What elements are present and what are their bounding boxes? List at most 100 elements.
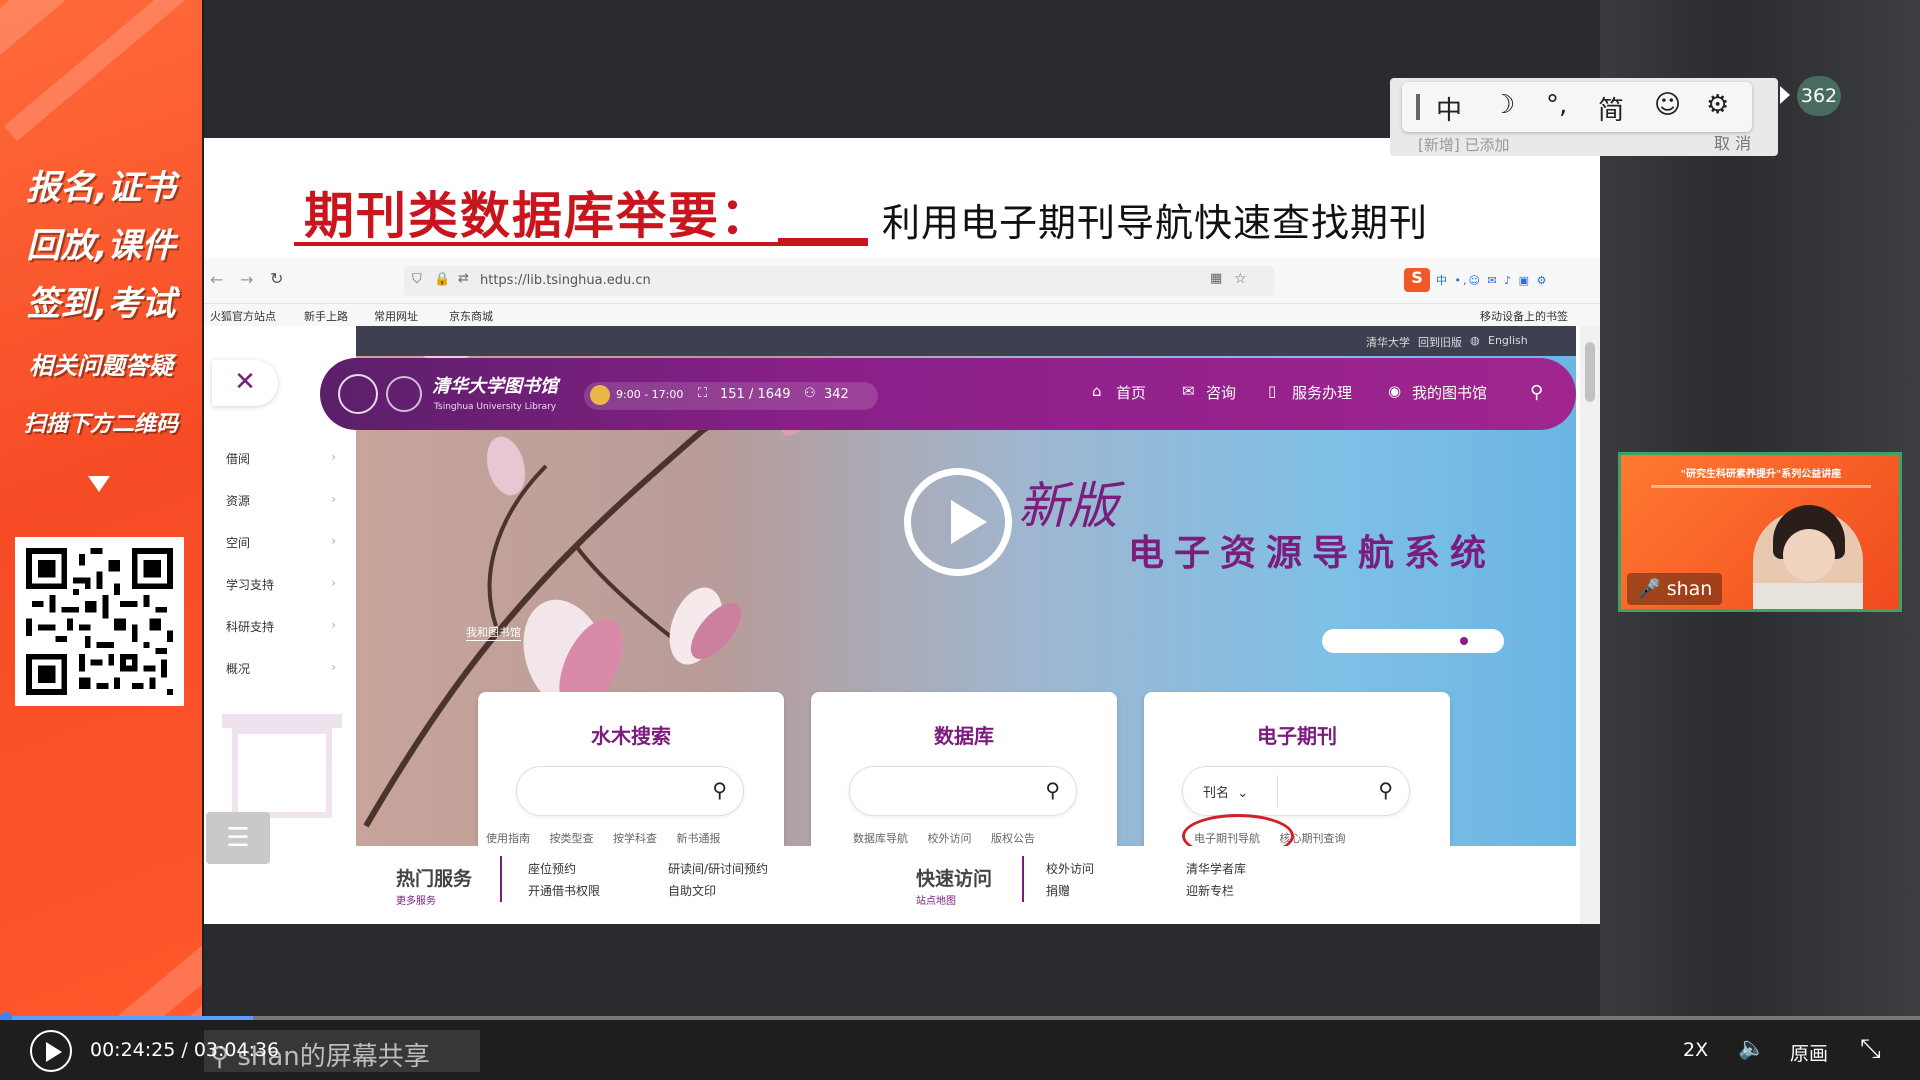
chinese-mode-toggle[interactable]: 中: [1436, 90, 1462, 127]
playback-time: 00:24:25 / 03:04:36: [90, 1039, 280, 1061]
player-controls: ⚲ shan的屏幕共享 00:24:25 / 03:04:36 2X 🔈 原画 …: [0, 1020, 1920, 1080]
permissions-icon: ⇄: [458, 271, 469, 286]
card-link[interactable]: 新书通报: [677, 832, 721, 845]
service-link[interactable]: 研读间/研讨间预约: [668, 860, 768, 877]
carousel-indicator[interactable]: [1322, 629, 1504, 653]
scrollbar[interactable]: [1580, 326, 1600, 924]
simplified-toggle[interactable]: 简: [1598, 90, 1624, 127]
database-search-input[interactable]: ⚲: [849, 766, 1077, 816]
sidebar-item[interactable]: 借阅 ›: [226, 450, 336, 467]
card-title: 电子期刊: [1257, 724, 1337, 748]
home-icon: ⌂: [1092, 382, 1102, 400]
card-link[interactable]: 版权公告: [991, 832, 1035, 845]
search-icon[interactable]: ⚲: [1045, 778, 1060, 802]
service-link[interactable]: 自助文印: [668, 882, 716, 899]
emoji-icon[interactable]: ☺: [1654, 90, 1681, 120]
back-icon[interactable]: ←: [210, 270, 223, 289]
promo-line-2: 回放,课件: [26, 226, 176, 266]
service-link[interactable]: 开通借书权限: [528, 882, 600, 899]
field-select[interactable]: 刊名 ⌄: [1203, 782, 1248, 801]
promo-line-4: 相关问题答疑: [29, 352, 173, 380]
highlight-circle: [1182, 814, 1294, 846]
exit-fullscreen-icon[interactable]: ⤡: [1860, 1034, 1881, 1065]
expand-arrow-icon[interactable]: [1780, 86, 1790, 104]
card-link[interactable]: 数据库导航: [853, 832, 908, 845]
sidebar-item[interactable]: 空间 ›: [226, 534, 336, 551]
hero-new-label: 新版: [1018, 477, 1118, 535]
search-icon[interactable]: ⚲: [1530, 382, 1543, 403]
video-play-button[interactable]: [904, 468, 1012, 576]
shield-icon: ⛉: [412, 272, 422, 287]
quick-link[interactable]: 捐赠: [1046, 882, 1070, 899]
book-icon: ▯: [1268, 382, 1277, 400]
bookmark-item[interactable]: 常用网址: [374, 308, 418, 324]
search-icon[interactable]: ⚲: [712, 778, 727, 802]
card-links: 使用指南 按类型查 按学科查 新书通报: [486, 830, 776, 846]
site-map-link[interactable]: 站点地图: [916, 892, 956, 907]
nav-home[interactable]: 首页: [1116, 382, 1146, 403]
extension-icons[interactable]: 中 •,☺ ✉ ♪ ▣ ⚙: [1436, 272, 1548, 288]
speed-button[interactable]: 2X: [1683, 1039, 1708, 1061]
punctuation-icon[interactable]: °,: [1546, 90, 1567, 120]
speaker-video[interactable]: "研究生科研素养提升"系列公益讲座 🎤 shan: [1618, 452, 1902, 612]
service-link[interactable]: 座位预约: [528, 860, 576, 877]
ejournal-search-input[interactable]: 刊名 ⌄ ⚲: [1182, 766, 1410, 816]
bookmark-item[interactable]: 新手上路: [304, 308, 348, 324]
bookmark-star-icon[interactable]: ☆: [1234, 271, 1247, 287]
quick-link[interactable]: 迎新专栏: [1186, 882, 1234, 899]
clock-icon: [590, 385, 610, 405]
bookmark-item[interactable]: 京东商城: [449, 308, 493, 324]
card-link[interactable]: 校外访问: [928, 832, 972, 845]
bookmark-item[interactable]: 火狐官方站点: [210, 308, 276, 324]
people-icon: ⚇: [804, 386, 816, 401]
visitor-count: 342: [824, 387, 849, 402]
sidebar-item[interactable]: 学习支持 ›: [226, 576, 336, 593]
nav-services[interactable]: 服务办理: [1292, 382, 1352, 403]
sogou-icon[interactable]: S: [1404, 268, 1430, 292]
university-seal-icon: [338, 374, 378, 414]
cancel-button[interactable]: 取 消: [1714, 130, 1751, 154]
reload-icon[interactable]: ↻: [270, 269, 283, 288]
divider: [500, 856, 502, 902]
quick-link[interactable]: 清华学者库: [1186, 860, 1246, 877]
menu-icon[interactable]: ☰: [206, 812, 270, 864]
card-title: 水木搜索: [591, 724, 671, 748]
library-name-en: Tsinghua University Library: [434, 402, 557, 412]
volume-icon[interactable]: 🔈: [1738, 1036, 1765, 1061]
moon-icon[interactable]: ☽: [1492, 90, 1515, 120]
down-arrow-icon: [88, 476, 110, 492]
quick-link[interactable]: 校外访问: [1046, 860, 1094, 877]
qr-icon[interactable]: ▦: [1210, 271, 1222, 286]
play-button[interactable]: [30, 1030, 72, 1072]
promo-banner: 报名,证书 回放,课件 签到,考试 相关问题答疑 扫描下方二维码: [0, 0, 202, 1080]
sidebar-item[interactable]: 概况 ›: [226, 660, 336, 677]
site-navbar: 清华大学图书馆 Tsinghua University Library 9:00…: [320, 358, 1576, 430]
more-services-link[interactable]: 更多服务: [396, 892, 436, 907]
gear-icon[interactable]: ⚙: [1706, 90, 1729, 120]
forward-icon[interactable]: →: [240, 270, 253, 289]
top-link[interactable]: 回到旧版: [1418, 334, 1462, 350]
search-input[interactable]: ⚲: [516, 766, 744, 816]
nav-consult[interactable]: 咨询: [1206, 382, 1236, 403]
library-website: ✕ 借阅 › 资源 › 空间 › 学习支持 › 科研支持 › 概况 › ☰ 新版…: [204, 326, 1600, 924]
quality-button[interactable]: 原画: [1790, 1039, 1828, 1066]
promo-line-3: 签到,考试: [26, 284, 176, 324]
browser-toolbar: ← → ↻ ⛉ 🔒 ⇄ https://lib.tsinghua.edu.cn …: [204, 258, 1600, 304]
sidebar-item[interactable]: 科研支持 ›: [226, 618, 336, 635]
top-link[interactable]: 清华大学: [1366, 334, 1410, 350]
promo-line-5: 扫描下方二维码: [23, 412, 178, 437]
mobile-bookmarks[interactable]: 移动设备上的书签: [1480, 308, 1568, 324]
sidebar-item[interactable]: 资源 ›: [226, 492, 336, 509]
card-link[interactable]: 使用指南: [486, 832, 530, 845]
nav-my-library[interactable]: 我的图书馆: [1412, 382, 1487, 403]
card-title: 数据库: [934, 724, 994, 748]
english-link[interactable]: English: [1488, 334, 1528, 347]
drag-handle-icon[interactable]: [1416, 94, 1420, 120]
close-icon[interactable]: ✕: [212, 360, 278, 406]
address-bar[interactable]: ⛉ 🔒 ⇄ https://lib.tsinghua.edu.cn ☆ ▦: [404, 266, 1274, 296]
card-link[interactable]: 按类型查: [550, 832, 594, 845]
divider: [1022, 856, 1024, 902]
card-link[interactable]: 按学科查: [613, 832, 657, 845]
search-icon[interactable]: ⚲: [1378, 778, 1393, 802]
status-bar: 9:00 - 17:00 ⛶ 151 / 1649 ⚇ 342: [584, 382, 878, 410]
